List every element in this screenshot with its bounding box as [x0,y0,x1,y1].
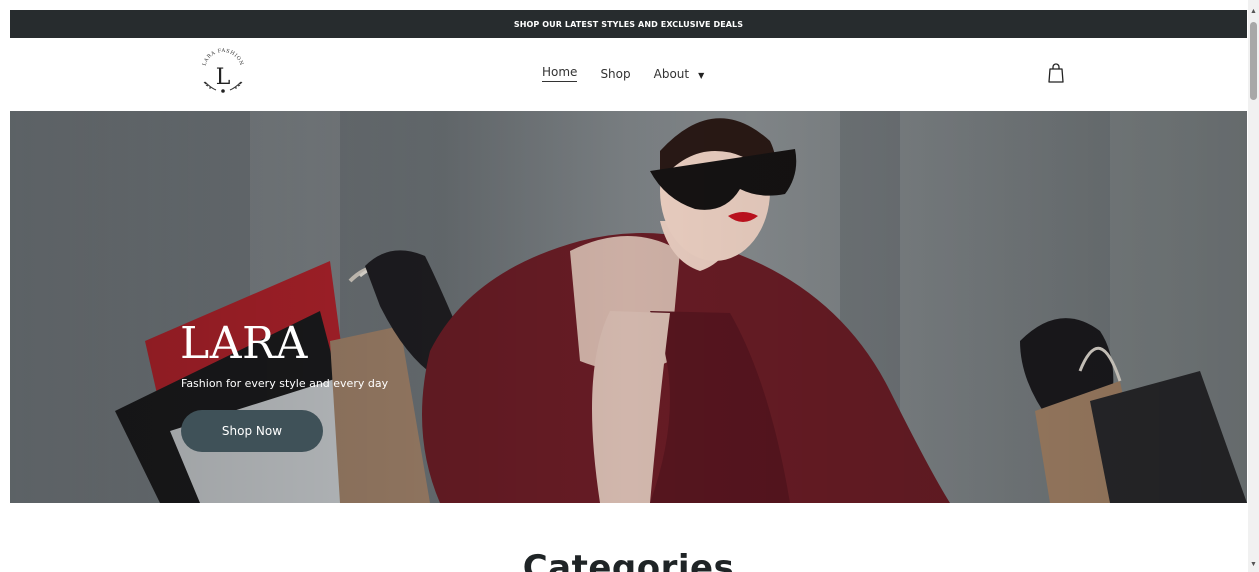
hero-banner: LARA Fashion for every style and every d… [10,111,1247,503]
main-nav: Home Shop About ▼ [542,65,704,82]
svg-text:LARA FASHION: LARA FASHION [202,48,245,67]
nav-about-label: About [653,66,690,81]
announcement-bar: SHOP OUR LATEST STYLES AND EXCLUSIVE DEA… [10,10,1247,38]
nav-about[interactable]: About ▼ [654,67,705,81]
hero-title: LARA [180,318,308,369]
hero-subtitle: Fashion for every style and every day [181,377,389,390]
lara-fashion-logo[interactable]: LARA FASHION L [193,46,253,104]
logo-letter: L [216,65,231,90]
nav-shop[interactable]: Shop [600,67,630,81]
vertical-scrollbar[interactable]: ▲ ▼ [1248,0,1259,572]
scroll-up-arrow-icon[interactable]: ▲ [1250,8,1257,15]
shopping-bag-icon[interactable] [1046,62,1066,84]
page: SHOP OUR LATEST STYLES AND EXCLUSIVE DEA… [10,10,1247,572]
site-header: LARA FASHION L Home Shop About ▼ [10,38,1247,111]
categories-heading: Categories [522,548,735,572]
shop-now-button[interactable]: Shop Now [181,410,323,452]
scroll-down-arrow-icon[interactable]: ▼ [1250,561,1257,568]
announcement-text: SHOP OUR LATEST STYLES AND EXCLUSIVE DEA… [513,19,744,29]
scrollbar-thumb[interactable] [1250,22,1257,100]
nav-home[interactable]: Home [542,65,578,82]
logo-arc-text: LARA FASHION [202,48,244,67]
chevron-down-icon: ▼ [698,70,705,80]
